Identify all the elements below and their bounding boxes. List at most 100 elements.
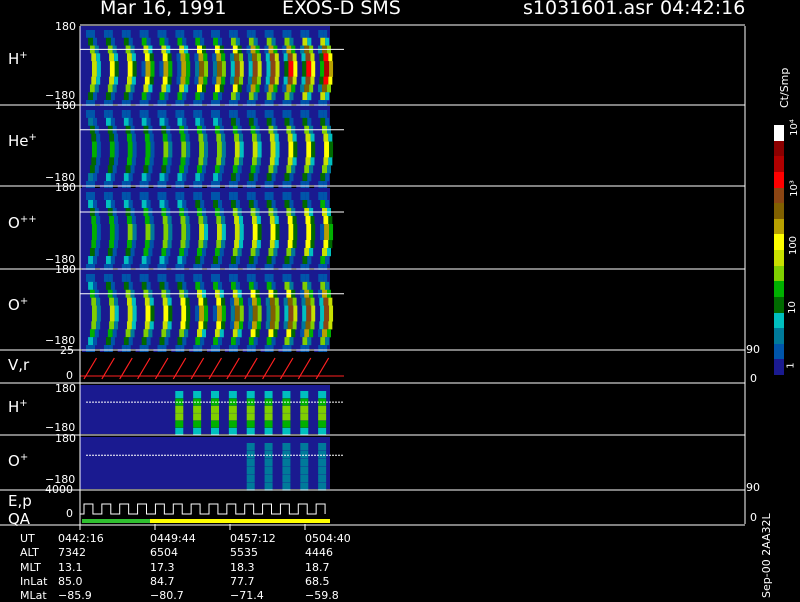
spectrogram-cell — [105, 200, 111, 209]
spectrogram-cell — [266, 337, 272, 346]
spectrogram-cell — [246, 274, 252, 283]
spectrogram-cell — [101, 256, 106, 265]
spectrogram-cell — [110, 37, 115, 46]
spectrogram-cell — [105, 68, 110, 77]
spectrogram-cell — [130, 248, 135, 257]
spectrogram-cell — [282, 84, 287, 93]
spectrogram-cell — [216, 313, 222, 322]
spectrogram-cell — [140, 133, 145, 142]
colorbar-label-100: 100 — [788, 235, 800, 256]
spectrogram-cell — [110, 117, 115, 126]
spectrogram-cell — [324, 313, 330, 322]
spectrogram-cell — [242, 345, 247, 354]
spectrogram-cell — [239, 240, 244, 249]
spectrogram-cell — [150, 61, 155, 70]
spectrogram-cell — [257, 313, 262, 322]
spectrogram-cell — [177, 305, 182, 314]
spectrogram-cell — [140, 216, 145, 225]
spectrogram-cell — [304, 165, 310, 174]
spectrogram-cell — [84, 200, 89, 209]
spectrogram-cell — [300, 405, 309, 413]
spectrogram-cell — [234, 313, 240, 322]
spectrogram-cell — [323, 53, 329, 62]
spectrogram-cell — [114, 216, 119, 225]
spectrogram-cell — [287, 181, 292, 190]
spectrogram-cell — [200, 200, 205, 209]
spectrogram-cell — [198, 321, 204, 330]
spectrogram-cell — [105, 53, 110, 62]
spectrogram-cell — [239, 232, 244, 241]
spectrogram-cell — [141, 232, 146, 241]
spectrogram-cell — [228, 30, 234, 38]
spectrogram-cell — [248, 313, 253, 322]
spectrogram-cell — [139, 181, 145, 190]
spectrogram-cell — [255, 165, 260, 174]
spectrogram-cell — [284, 337, 290, 346]
spectrogram-cell — [144, 110, 149, 119]
spectrogram-cell — [140, 321, 145, 330]
spectrogram-cell — [273, 329, 278, 338]
spectrogram-cell — [251, 216, 257, 225]
spectrogram-cell — [300, 451, 309, 459]
spectrogram-cell — [246, 398, 255, 406]
eph-value: 17.3 — [150, 561, 175, 574]
spectrogram-cell — [293, 61, 298, 70]
colorbar-label-1e3: 10³ — [788, 180, 800, 197]
spectrogram-cell — [119, 281, 124, 290]
spectrogram-cell — [122, 297, 127, 306]
spectrogram-cell — [91, 76, 97, 85]
spectrogram-cell — [307, 337, 312, 346]
spectrogram-cell — [175, 248, 180, 257]
spectrogram-cell — [234, 321, 240, 330]
spectrogram-cell — [318, 475, 327, 483]
spectrogram-cell — [230, 68, 235, 77]
spectrogram-cell — [84, 173, 89, 182]
spectrogram-cell — [177, 281, 183, 290]
spectrogram-cell — [173, 337, 178, 346]
spectrogram-cell — [246, 413, 255, 421]
spectrogram-cell — [126, 181, 131, 190]
spectrogram-cell — [123, 313, 128, 322]
spectrogram-cell — [189, 110, 194, 119]
spectrogram-cell — [184, 248, 189, 257]
spectrogram-cell — [224, 345, 229, 354]
spectrogram-cell — [318, 413, 327, 421]
spectrogram-cell — [284, 281, 290, 290]
spectrogram-cell — [235, 200, 240, 209]
spectrogram-cell — [305, 345, 310, 354]
spectrogram-cell — [175, 345, 181, 354]
spectrogram-cell — [266, 281, 272, 290]
spectrogram-cell — [255, 84, 260, 93]
spectrogram-cell — [266, 224, 271, 233]
spectrogram-cell — [230, 173, 236, 182]
spectrogram-cell — [143, 248, 149, 257]
spectrogram-cell — [186, 141, 191, 150]
spectrogram-cell — [301, 321, 306, 330]
spectrogram-cell — [132, 313, 137, 322]
spectrogram-cell — [270, 313, 276, 322]
spectrogram-cell — [251, 192, 256, 201]
spectrogram-cell — [168, 141, 173, 150]
spectrogram-cell — [126, 133, 132, 142]
spectrogram-cell — [87, 216, 92, 225]
spectrogram-cell — [324, 141, 330, 150]
spectrogram-cell — [306, 224, 312, 233]
spectrogram-cell — [246, 110, 252, 119]
spectrogram-cell — [305, 157, 311, 166]
spectrogram-cell — [293, 232, 298, 241]
spectrogram-cell — [296, 274, 301, 283]
spectrogram-cell — [137, 92, 142, 101]
spectrogram-cell — [171, 30, 176, 38]
spectrogram-cell — [292, 240, 297, 249]
spectrogram-cell — [109, 321, 115, 330]
spectrogram-cell — [96, 321, 101, 330]
spectrogram-cell — [199, 149, 205, 158]
spectrogram-cell — [181, 68, 187, 77]
spectrogram-cell — [270, 224, 276, 233]
spectrogram-cell — [96, 133, 101, 142]
spectrogram-cell — [270, 141, 276, 150]
colorbar-segment — [774, 234, 784, 251]
spectrogram-cell — [162, 274, 167, 283]
spectrogram-cell — [179, 84, 185, 93]
spectrogram-cell — [137, 337, 142, 346]
